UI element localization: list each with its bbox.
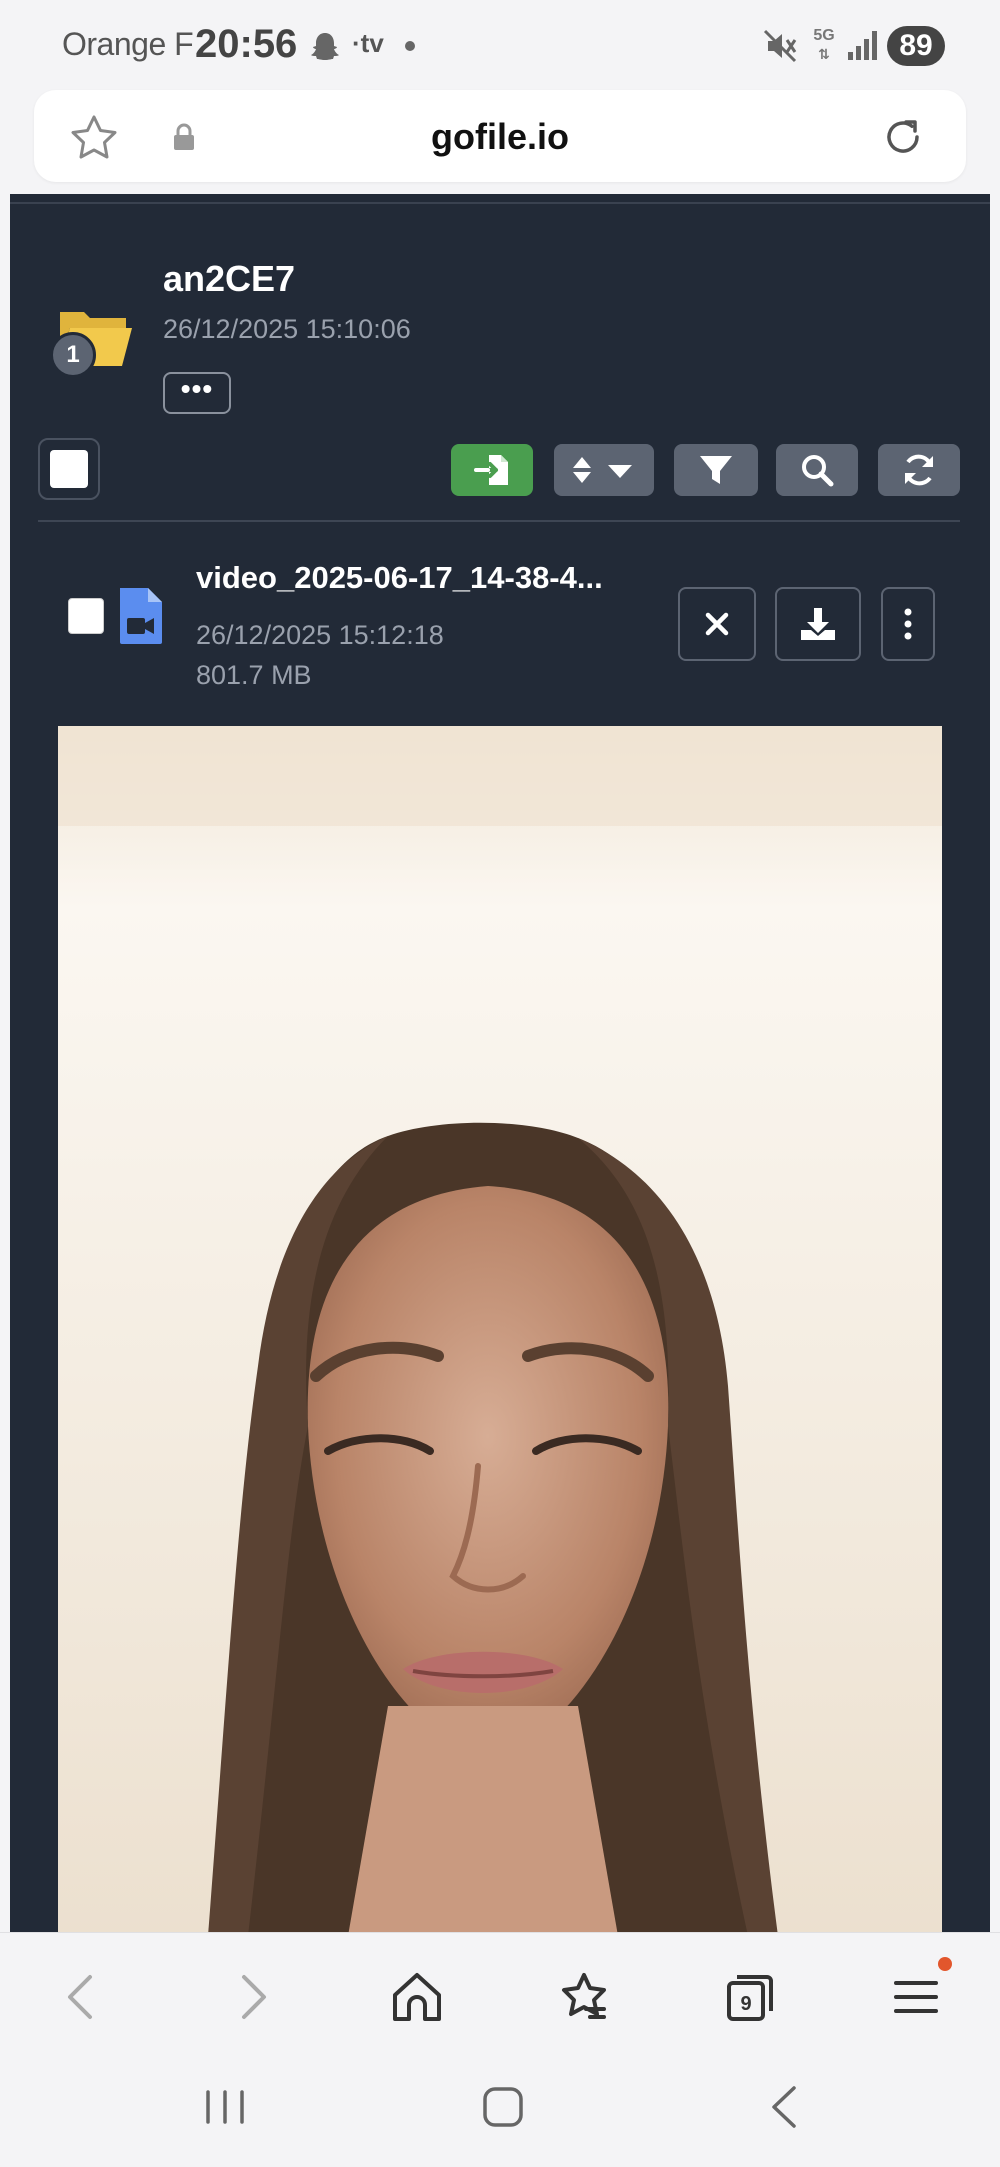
search-button[interactable] — [776, 444, 858, 496]
divider — [10, 202, 990, 204]
back-button[interactable] — [54, 1969, 110, 2025]
tv-indicator: ·tv — [352, 28, 384, 58]
home-system-button[interactable] — [478, 2082, 528, 2132]
file-menu-button[interactable] — [881, 587, 935, 661]
tabs-icon: 9 — [727, 1975, 773, 2021]
video-file-icon — [120, 588, 162, 644]
tabs-button[interactable]: 9 — [721, 1969, 777, 2025]
home-button[interactable] — [389, 1969, 445, 2025]
folder-name: an2CE7 — [163, 258, 296, 299]
refresh-button[interactable] — [878, 444, 960, 496]
recent-apps-button[interactable] — [200, 2082, 250, 2132]
recent-apps-icon — [206, 2090, 244, 2124]
download-icon — [801, 608, 835, 640]
bookmarks-button[interactable] — [556, 1969, 612, 2025]
filter-button[interactable] — [674, 444, 758, 496]
import-icon — [474, 455, 508, 485]
folder-count-badge: 1 — [50, 332, 96, 378]
video-preview[interactable] — [58, 726, 942, 1932]
import-button[interactable] — [451, 444, 533, 496]
video-frame — [58, 726, 942, 1932]
folder-date: 26/12/2025 15:10:06 — [163, 314, 411, 344]
file-size: 801.7 MB — [196, 660, 312, 690]
vertical-ellipsis-icon — [904, 608, 912, 640]
forward-button[interactable] — [224, 1969, 280, 2025]
toolbar-divider — [38, 520, 960, 522]
web-page: 1 an2CE7 26/12/2025 15:10:06 ••• video_2… — [0, 194, 1000, 1932]
back-arrow-icon — [68, 1975, 92, 2019]
battery-level: 89 — [887, 26, 945, 66]
sort-button[interactable] — [554, 444, 654, 496]
notification-dot-icon — [405, 41, 415, 51]
system-back-button[interactable] — [760, 2082, 810, 2132]
snapchat-icon — [311, 33, 339, 60]
filter-icon — [700, 456, 732, 484]
mute-icon — [763, 29, 797, 63]
search-icon — [802, 455, 834, 487]
bookmarks-star-icon — [562, 1973, 606, 2019]
signal-icon — [848, 31, 877, 60]
menu-notification-dot-icon — [938, 1957, 952, 1971]
file-name[interactable]: video_2025-06-17_14-38-4... — [196, 560, 656, 596]
system-navigation-bar — [0, 2052, 1000, 2167]
select-all-checkbox[interactable] — [38, 438, 100, 500]
download-button[interactable] — [775, 587, 861, 661]
browser-menu-button[interactable] — [888, 1969, 944, 2025]
close-icon — [705, 612, 729, 636]
folder-panel: 1 an2CE7 26/12/2025 15:10:06 ••• video_2… — [10, 194, 990, 1932]
home-icon — [393, 1973, 441, 2021]
address-bar[interactable]: gofile.io — [34, 90, 966, 182]
forward-arrow-icon — [242, 1975, 266, 2019]
sort-icon — [573, 457, 632, 483]
carrier-label: Orange F — [62, 26, 194, 62]
browser-toolbar: 9 — [0, 1932, 1000, 2052]
file-checkbox[interactable] — [68, 598, 104, 634]
reload-icon[interactable] — [880, 114, 926, 160]
close-preview-button[interactable] — [678, 587, 756, 661]
refresh-icon — [905, 454, 933, 486]
url-text: gofile.io — [431, 116, 569, 157]
clock: 20:56 — [195, 22, 298, 66]
home-square-icon — [483, 2087, 523, 2127]
status-bar: Orange F 20:56 ·tv 5G ⇅ 89 — [0, 0, 1000, 88]
back-chevron-icon — [772, 2086, 796, 2128]
svg-text:9: 9 — [740, 1993, 751, 2015]
hamburger-menu-icon — [894, 1981, 938, 2013]
file-date: 26/12/2025 15:12:18 — [196, 620, 444, 650]
folder-more-button[interactable]: ••• — [163, 372, 231, 414]
network-type: 5G ⇅ — [813, 27, 835, 62]
